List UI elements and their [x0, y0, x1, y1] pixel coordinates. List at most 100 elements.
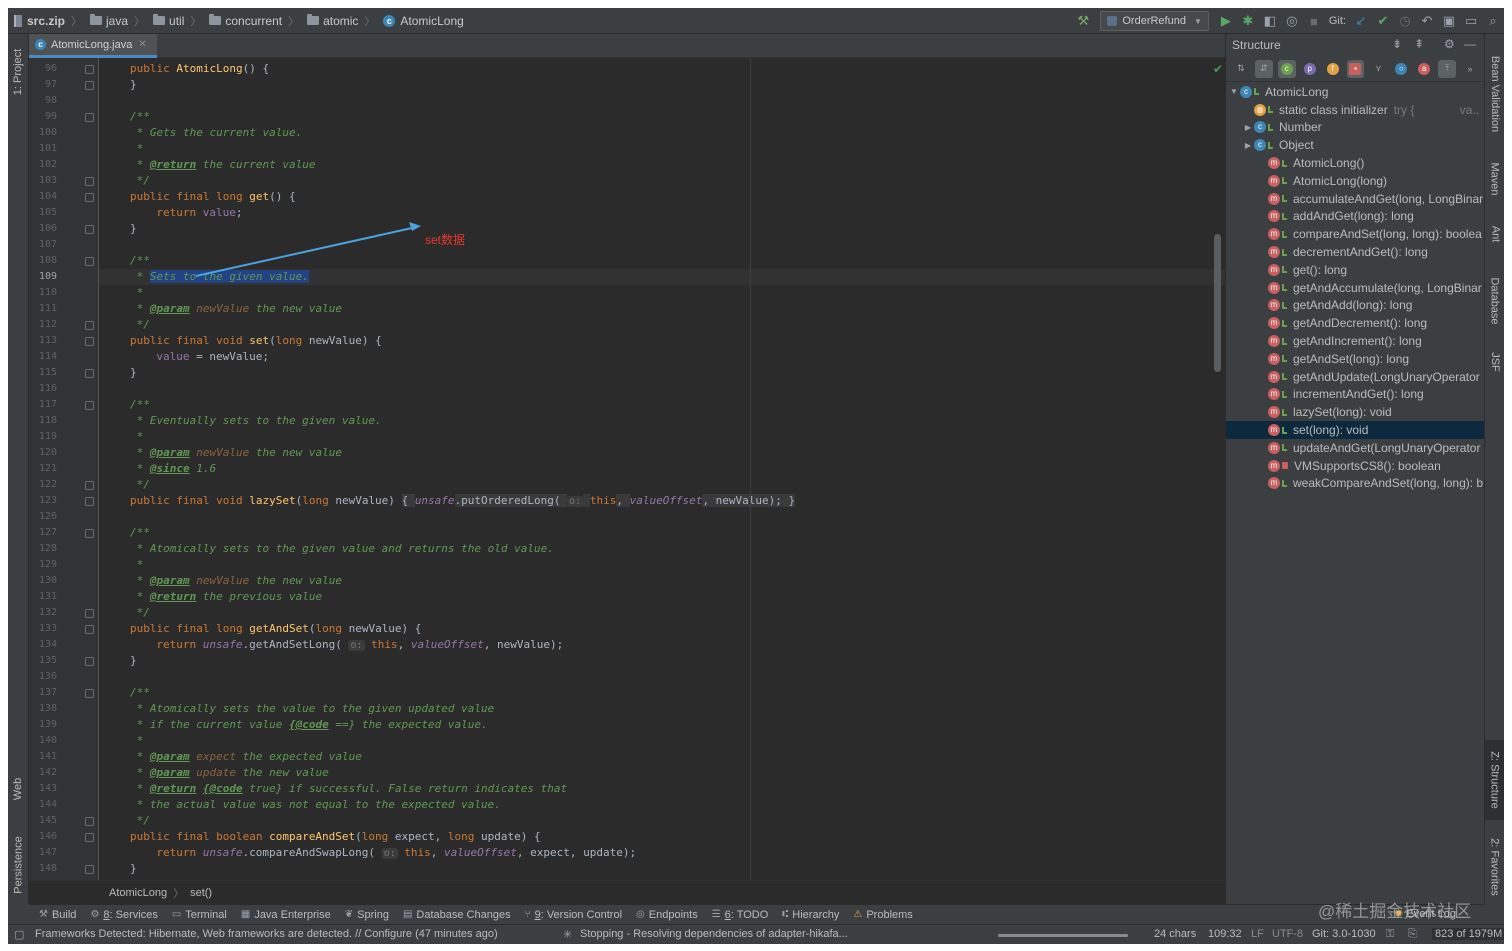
sort-alphabetically-icon[interactable]: ⇵ [1254, 59, 1273, 78]
git-branch[interactable]: Git: 3.0-1030 [1312, 928, 1376, 940]
fold-marker[interactable] [85, 225, 94, 234]
project-structure-icon[interactable]: ▣ [1438, 10, 1460, 32]
show-inherited-icon[interactable]: c [1277, 59, 1296, 78]
breadcrumb-class[interactable]: AtomicLong [109, 887, 167, 899]
line-number[interactable]: 117 [29, 397, 57, 413]
fold-marker[interactable] [85, 177, 94, 186]
code-line[interactable]: return value; [99, 205, 1225, 221]
code-line[interactable]: * @param newValue the new value [99, 301, 1225, 317]
code-line[interactable]: */ [99, 477, 1225, 493]
fold-marker[interactable] [85, 193, 94, 202]
tool-button-hierarchy[interactable]: ⑆ Hierarchy [782, 909, 839, 921]
crumb-util[interactable]: util 〉 [147, 8, 203, 34]
fold-marker[interactable] [85, 113, 94, 122]
structure-tree-item[interactable]: m VMSupportsCS8(): boolean [1226, 457, 1484, 475]
structure-tree-item[interactable]: m weakCompareAndSet(long, long): b [1226, 475, 1484, 493]
code-line[interactable]: public final boolean compareAndSet(long … [99, 829, 1225, 845]
fold-marker[interactable] [85, 865, 94, 874]
maven-tool-tab[interactable]: Maven [1485, 154, 1504, 204]
fold-marker[interactable] [85, 401, 94, 410]
profile-icon[interactable]: ◎ [1281, 10, 1303, 32]
code-line[interactable]: */ [99, 605, 1225, 621]
line-number[interactable]: 101 [29, 141, 57, 157]
code-line[interactable]: } [99, 77, 1225, 93]
coverage-icon[interactable]: ◧ [1259, 10, 1281, 32]
code-line[interactable]: * [99, 141, 1225, 157]
fold-marker[interactable] [85, 625, 94, 634]
fold-marker[interactable] [85, 529, 94, 538]
code-line[interactable] [99, 237, 1225, 253]
code-line[interactable]: * Sets to the given value. [99, 269, 1225, 285]
line-number[interactable]: 103 [29, 173, 57, 189]
structure-tree-item[interactable]: m incrementAndGet(): long [1226, 386, 1484, 404]
code-line[interactable]: * @param newValue the new value [99, 573, 1225, 589]
code-line[interactable]: * @since 1.6 [99, 461, 1225, 477]
show-fields-icon[interactable]: f [1324, 60, 1342, 78]
line-number[interactable]: 108 [29, 253, 57, 269]
code-line[interactable] [99, 509, 1225, 525]
line-number[interactable]: 145 [29, 813, 57, 829]
code-line[interactable]: public final long getAndSet(long newValu… [99, 621, 1225, 637]
line-number[interactable]: 107 [29, 237, 57, 253]
structure-tree-item[interactable]: m get(): long [1226, 261, 1484, 279]
show-properties-icon[interactable]: p [1301, 60, 1319, 78]
structure-tree-item[interactable]: m updateAndGet(LongUnaryOperator [1226, 439, 1484, 457]
line-number[interactable]: 139 [29, 717, 57, 733]
line-number[interactable]: 140 [29, 733, 57, 749]
line-number[interactable]: 113 [29, 333, 57, 349]
search-icon[interactable]: ⌕ [1482, 10, 1504, 32]
chevron-right-icon[interactable]: ▶ [1242, 141, 1254, 150]
fold-marker[interactable] [85, 657, 94, 666]
fold-marker[interactable] [85, 609, 94, 618]
line-number[interactable]: 126 [29, 509, 57, 525]
editor-scrollbar[interactable] [1214, 234, 1221, 372]
structure-tree-item[interactable]: ▼ c AtomicLong [1226, 83, 1484, 101]
line-separator[interactable]: LF [1251, 928, 1264, 940]
code-line[interactable]: /** [99, 253, 1225, 269]
structure-tree-item[interactable]: m getAndSet(long): long [1226, 350, 1484, 368]
structure-tree-item[interactable]: m getAndDecrement(): long [1226, 314, 1484, 332]
toggle-tool-buttons-icon[interactable]: ▢ [14, 928, 24, 941]
git-commit-icon[interactable]: ✔ [1372, 10, 1394, 32]
build-hammer-icon[interactable]: ⚒ [1072, 10, 1094, 32]
tool-button-version-control[interactable]: ⑂ 9: Version Control [525, 909, 622, 921]
line-number[interactable]: 116 [29, 381, 57, 397]
code-line[interactable]: */ [99, 317, 1225, 333]
line-number[interactable]: 119 [29, 429, 57, 445]
line-number[interactable]: 109 [29, 269, 57, 285]
line-number[interactable]: 138 [29, 701, 57, 717]
show-non-public-icon[interactable]: ▪ [1346, 59, 1365, 78]
line-number[interactable]: 106 [29, 221, 57, 237]
line-number[interactable]: 105 [29, 205, 57, 221]
code-line[interactable]: public final long get() { [99, 189, 1225, 205]
code-line[interactable]: * Atomically sets to the given value and… [99, 541, 1225, 557]
crumb-atomiclong[interactable]: c AtomicLong [377, 8, 465, 34]
line-number[interactable]: 104 [29, 189, 57, 205]
line-number[interactable]: 111 [29, 301, 57, 317]
fold-marker[interactable] [85, 481, 94, 490]
structure-tree-item[interactable]: m set(long): void [1226, 421, 1484, 439]
line-number[interactable]: 129 [29, 557, 57, 573]
code-line[interactable]: * [99, 285, 1225, 301]
line-number[interactable]: 135 [29, 653, 57, 669]
line-number[interactable]: 133 [29, 621, 57, 637]
fold-marker[interactable] [85, 65, 94, 74]
structure-tree-item[interactable]: m AtomicLong() [1226, 154, 1484, 172]
line-number[interactable]: 130 [29, 573, 57, 589]
tool-button-todo[interactable]: ☰ 6: TODO [712, 909, 769, 921]
chevron-right-icon[interactable]: ▶ [1242, 123, 1254, 132]
gear-icon[interactable]: ⚙ [1444, 37, 1455, 51]
persistence-tool-tab[interactable]: Persistence [8, 830, 29, 900]
fold-marker[interactable] [85, 689, 94, 698]
code-line[interactable]: /** [99, 397, 1225, 413]
presentation-icon[interactable]: ▭ [1460, 10, 1482, 32]
code-line[interactable]: * @return {@code true} if successful. Fa… [99, 781, 1225, 797]
tool-button-spring[interactable]: ❦ Spring [345, 909, 389, 921]
tool-button-terminal[interactable]: ▭ Terminal [172, 909, 227, 921]
line-number[interactable]: 99 [29, 109, 57, 125]
code-line[interactable]: * @param update the new value [99, 765, 1225, 781]
structure-tree-item[interactable]: ◍ static class initializer try {va.. [1226, 101, 1484, 119]
stop-icon[interactable]: ■ [1303, 10, 1325, 32]
code-line[interactable]: /** [99, 525, 1225, 541]
tool-button-build[interactable]: ⚒ Build [39, 909, 76, 921]
